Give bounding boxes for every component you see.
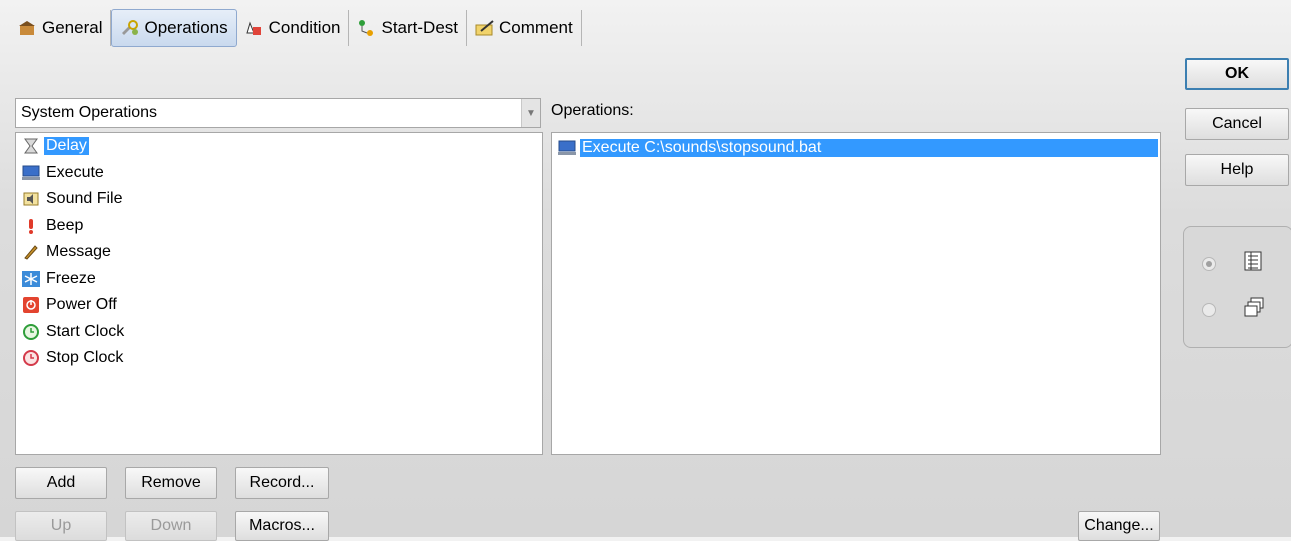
list-item-label: Freeze <box>46 269 96 287</box>
list-item-label: Power Off <box>46 296 117 314</box>
list-item-label: Delay <box>44 137 89 156</box>
list-item-stop-clock[interactable]: Stop Clock <box>16 345 542 372</box>
ok-button[interactable]: OK <box>1185 58 1289 90</box>
power-icon <box>22 296 40 314</box>
operations-list[interactable]: Execute C:\sounds\stopsound.bat <box>551 132 1161 455</box>
list-item-message[interactable]: Message <box>16 239 542 266</box>
list-item-operation[interactable]: Execute C:\sounds\stopsound.bat <box>554 135 1158 162</box>
record-button[interactable]: Record... <box>235 467 329 499</box>
list-item-label: Stop Clock <box>46 349 124 367</box>
computer-icon <box>558 139 576 157</box>
remove-button[interactable]: Remove <box>125 467 217 499</box>
category-select[interactable]: System Operations ▼ <box>15 98 541 128</box>
operations-label: Operations: <box>551 102 634 119</box>
list-view-icon <box>1244 251 1262 276</box>
computer-icon <box>22 164 40 182</box>
list-item-label: Message <box>46 243 111 261</box>
list-item-power-off[interactable]: Power Off <box>16 292 542 319</box>
list-item-sound-file[interactable]: Sound File <box>16 186 542 213</box>
list-item-freeze[interactable]: Freeze <box>16 266 542 293</box>
list-item-label: Beep <box>46 216 84 234</box>
green-clock-icon <box>22 323 40 341</box>
view-cascade-radio[interactable] <box>1202 303 1216 317</box>
chevron-down-icon[interactable]: ▼ <box>521 99 540 127</box>
cancel-button[interactable]: Cancel <box>1185 108 1289 140</box>
condition-icon <box>245 19 263 37</box>
list-item-label: Start Clock <box>46 322 125 340</box>
snowflake-icon <box>22 270 40 288</box>
view-list-radio[interactable] <box>1202 257 1216 271</box>
general-icon <box>18 19 36 37</box>
cascade-view-icon <box>1244 297 1264 322</box>
list-item-execute[interactable]: Execute <box>16 160 542 187</box>
available-operations-list[interactable]: Delay Execute Sound File Beep Message Fr… <box>15 132 543 455</box>
list-item-label: Sound File <box>46 190 123 208</box>
list-item-label: Execute <box>46 163 104 181</box>
speaker-icon <box>22 190 40 208</box>
tab-label: Condition <box>268 18 341 37</box>
exclamation-icon <box>22 217 40 235</box>
tab-label: Operations <box>144 18 228 37</box>
tab-condition[interactable]: Condition <box>237 10 350 46</box>
tab-bar: General Operations Condition Start-Dest … <box>10 8 582 48</box>
tab-label: General <box>42 18 103 37</box>
hourglass-icon <box>22 137 40 155</box>
tab-operations[interactable]: Operations <box>111 9 237 47</box>
tab-label: Comment <box>499 18 573 37</box>
view-mode-panel <box>1183 226 1291 348</box>
add-button[interactable]: Add <box>15 467 107 499</box>
list-item-beep[interactable]: Beep <box>16 213 542 240</box>
tab-general[interactable]: General <box>10 10 112 46</box>
pencil-icon <box>22 243 40 261</box>
help-button[interactable]: Help <box>1185 154 1289 186</box>
tab-start-dest[interactable]: Start-Dest <box>349 10 468 46</box>
tab-comment[interactable]: Comment <box>467 10 582 46</box>
red-clock-icon <box>22 349 40 367</box>
comment-icon <box>475 19 494 37</box>
operations-icon <box>120 19 139 37</box>
list-item-start-clock[interactable]: Start Clock <box>16 319 542 346</box>
start-dest-icon <box>357 19 375 37</box>
category-select-value: System Operations <box>21 104 158 121</box>
tab-label: Start-Dest <box>381 18 459 37</box>
list-item-label: Execute C:\sounds\stopsound.bat <box>580 139 1158 158</box>
list-item-delay[interactable]: Delay <box>16 133 542 160</box>
